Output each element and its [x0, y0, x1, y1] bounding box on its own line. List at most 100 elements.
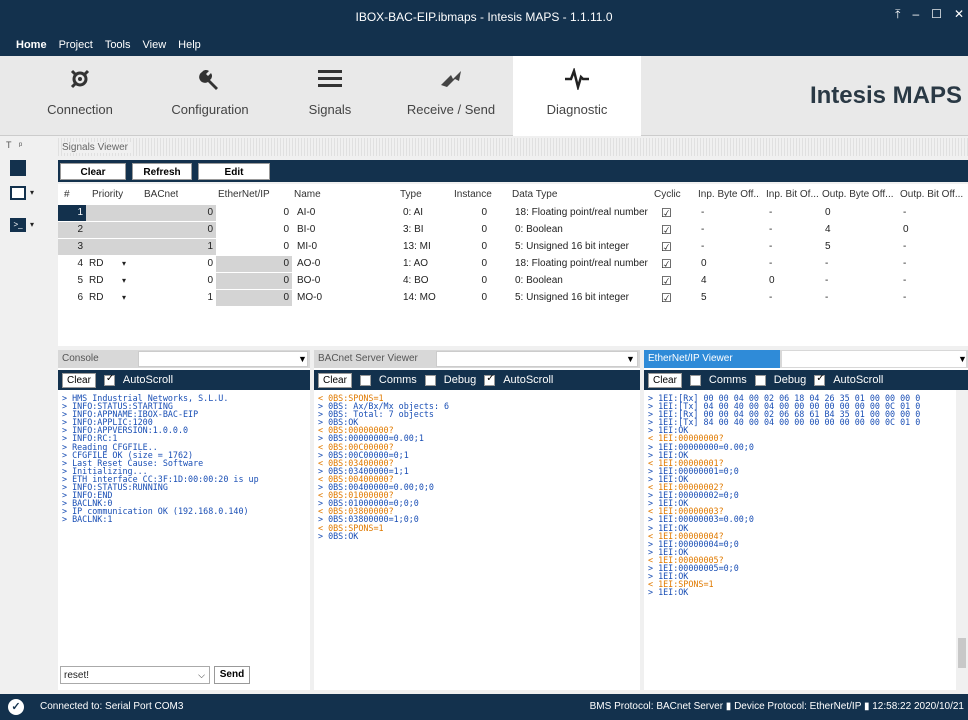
col-header[interactable]: Data Type	[512, 189, 557, 200]
cyclic-checkbox[interactable]: ☑	[658, 222, 678, 238]
cell-pri[interactable]	[86, 238, 136, 255]
cell-obyo[interactable]: -	[822, 273, 892, 289]
cell-bac[interactable]: 0	[136, 204, 216, 221]
chevron-down-icon[interactable]: ⌵	[198, 670, 205, 681]
cell-obyo[interactable]: 0	[822, 205, 892, 221]
tab-connection[interactable]: Connection	[30, 56, 130, 136]
cell-ibyo[interactable]: -	[698, 222, 758, 238]
terminal-icon[interactable]: >_	[10, 218, 26, 232]
cell-n[interactable]: 5	[58, 273, 86, 289]
cell-inst[interactable]: 0	[458, 205, 490, 221]
tab-diagnostic[interactable]: Diagnostic	[513, 56, 641, 136]
tab-receive-send[interactable]: Receive / Send	[392, 56, 510, 136]
col-header[interactable]: Instance	[454, 189, 492, 200]
chevron-down-icon[interactable]: ▾	[122, 293, 126, 302]
cell-obio[interactable]: 0	[900, 222, 960, 238]
col-header[interactable]: Priority	[92, 189, 123, 200]
menu-tools[interactable]: Tools	[105, 39, 131, 51]
debug-checkbox[interactable]	[754, 374, 766, 386]
cell-dt[interactable]: 5: Unsigned 16 bit integer	[512, 239, 652, 255]
cell-obio[interactable]: -	[900, 205, 960, 221]
cell-obyo[interactable]: -	[822, 290, 892, 306]
cell-pri[interactable]: RD	[86, 273, 136, 289]
cell-dt[interactable]: 5: Unsigned 16 bit integer	[512, 290, 652, 306]
maximize-button[interactable]: ☐	[931, 7, 942, 22]
cell-ibyo[interactable]: -	[698, 205, 758, 221]
cell-n[interactable]: 6	[58, 290, 86, 306]
clear-button[interactable]: Clear	[60, 163, 126, 180]
menu-help[interactable]: Help	[178, 39, 201, 51]
cell-name[interactable]: AO-0	[294, 256, 394, 272]
cell-ibio[interactable]: -	[766, 256, 816, 272]
cell-n[interactable]: 4	[58, 256, 86, 272]
chevron-down-icon[interactable]: ▾	[30, 220, 34, 229]
cell-type[interactable]: 0: AI	[400, 205, 454, 221]
cell-ibio[interactable]: -	[766, 222, 816, 238]
menu-home[interactable]: Home	[16, 39, 47, 51]
cell-dt[interactable]: 18: Floating point/real number	[512, 256, 652, 272]
upload-icon[interactable]: ⤒	[895, 7, 900, 22]
cell-obio[interactable]: -	[900, 290, 960, 306]
col-header[interactable]: Name	[294, 189, 321, 200]
scrollbar-thumb[interactable]	[958, 638, 966, 668]
cell-type[interactable]: 3: BI	[400, 222, 454, 238]
cell-inst[interactable]: 0	[458, 256, 490, 272]
cell-ibyo[interactable]: 0	[698, 256, 758, 272]
cell-obio[interactable]: -	[900, 239, 960, 255]
cell-ibio[interactable]: -	[766, 239, 816, 255]
cell-pri[interactable]	[86, 204, 136, 221]
device-icon[interactable]	[10, 186, 26, 200]
col-header[interactable]: Outp. Byte Off...	[822, 189, 896, 200]
cell-dt[interactable]: 0: Boolean	[512, 222, 652, 238]
col-header[interactable]: #	[64, 189, 70, 200]
cyclic-checkbox[interactable]: ☑	[658, 256, 678, 272]
col-header[interactable]: Cyclic	[654, 189, 681, 200]
cell-obio[interactable]: -	[900, 256, 960, 272]
cell-eip[interactable]: 0	[216, 272, 292, 289]
cell-n[interactable]: 2	[58, 221, 86, 238]
console-clear-button[interactable]: Clear	[62, 372, 96, 388]
col-header[interactable]: BACnet	[144, 189, 178, 200]
cell-obyo[interactable]: 4	[822, 222, 892, 238]
menu-project[interactable]: Project	[59, 39, 93, 51]
autoscroll-checkbox[interactable]	[484, 373, 496, 386]
eip-scrollbar[interactable]	[956, 390, 968, 690]
cell-ibyo[interactable]: 5	[698, 290, 758, 306]
bacnet-clear-button[interactable]: Clear	[318, 372, 352, 388]
close-button[interactable]: ✕	[954, 7, 964, 22]
col-header[interactable]: Inp. Byte Off...	[698, 189, 760, 200]
cyclic-checkbox[interactable]: ☑	[658, 273, 678, 289]
cell-obio[interactable]: -	[900, 273, 960, 289]
cell-name[interactable]: BO-0	[294, 273, 394, 289]
cell-eip[interactable]: 0	[216, 289, 292, 306]
bacnet-viewer-selector[interactable]	[436, 351, 638, 367]
cell-pri[interactable]: RD	[86, 290, 136, 306]
cell-inst[interactable]: 0	[458, 222, 490, 238]
cell-name[interactable]: BI-0	[294, 222, 394, 238]
cell-eip[interactable]: 0	[216, 222, 292, 238]
col-header[interactable]: Type	[400, 189, 422, 200]
cell-inst[interactable]: 0	[458, 273, 490, 289]
table-row[interactable]: 2 0 0 BI-0 3: BI 0 0: Boolean ☑ - -4 0	[58, 221, 968, 238]
cyclic-checkbox[interactable]: ☑	[658, 290, 678, 306]
cell-dt[interactable]: 0: Boolean	[512, 273, 652, 289]
cell-name[interactable]: MI-0	[294, 239, 394, 255]
col-header[interactable]: Outp. Bit Off...	[900, 189, 966, 200]
chevron-down-icon[interactable]: ▾	[122, 276, 126, 285]
autoscroll-checkbox[interactable]	[103, 373, 115, 386]
chevron-down-icon[interactable]: ▾	[30, 188, 34, 197]
cell-eip[interactable]: 0	[216, 255, 292, 272]
minimize-button[interactable]: –	[912, 7, 919, 22]
cell-eip[interactable]: 0	[216, 239, 292, 255]
cell-name[interactable]: MO-0	[294, 290, 394, 306]
cell-pri[interactable]	[86, 221, 136, 238]
cyclic-checkbox[interactable]: ☑	[658, 239, 678, 255]
table-row[interactable]: 4 RD ▾ 0 0 AO-0 1: AO 0 18: Floating point/real …	[58, 255, 968, 272]
cell-type[interactable]: 13: MI	[400, 239, 454, 255]
cell-pri[interactable]: RD	[86, 256, 136, 272]
cell-type[interactable]: 1: AO	[400, 256, 454, 272]
cell-type[interactable]: 14: MO	[400, 290, 454, 306]
tab-signals[interactable]: Signals	[285, 56, 375, 136]
comms-checkbox[interactable]	[359, 374, 371, 386]
cell-obyo[interactable]: -	[822, 256, 892, 272]
